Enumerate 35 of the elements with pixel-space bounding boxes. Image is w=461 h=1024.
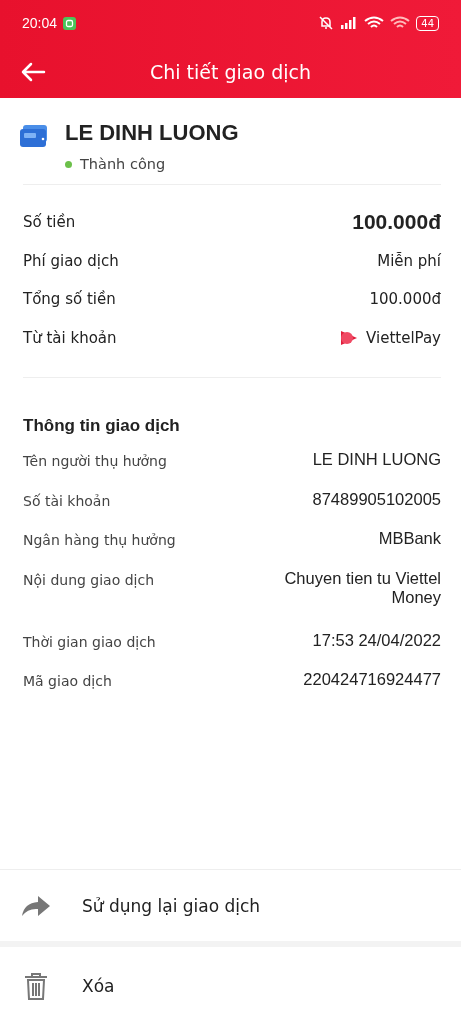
success-dot-icon [65, 160, 72, 168]
section-heading: Thông tin giao dịch [23, 416, 181, 436]
back-button[interactable] [20, 62, 46, 82]
field-label: Ngân hàng thụ hưởng [23, 531, 176, 548]
field-label: Nội dung giao dịch [23, 570, 155, 588]
field-value: 17:53 24/04/2022 [312, 630, 441, 650]
field-value: MBBank [378, 529, 441, 548]
field-label: Phí giao dịch [23, 251, 119, 270]
field-label: Thời gian giao dịch [23, 632, 156, 650]
field-value: Chuyen tien tu Viettel Money [283, 568, 441, 607]
field-value: ViettelPay [366, 328, 441, 347]
field-label: Từ tài khoản [23, 328, 117, 347]
field-value: 100.000đ [352, 210, 441, 235]
field-label: Mã giao dịch [23, 672, 112, 689]
status-time: 20:04 [22, 15, 58, 31]
wifi-icon [390, 16, 411, 30]
field-value: Miễn phí [377, 251, 441, 270]
field-value: 220424716924477 [303, 670, 441, 689]
field-value: 87489905102005 [312, 489, 441, 509]
screen-title: Chi tiết giao dịch [150, 61, 311, 83]
mute-icon [318, 16, 335, 30]
field-label: Số tài khoản [23, 491, 111, 509]
battery-indicator: 44 [416, 15, 439, 31]
status-text: Thành công [80, 156, 166, 172]
field-value: LE DINH LUONG [312, 450, 441, 469]
app-notification-icon [63, 16, 77, 30]
field-label: Tổng số tiền [23, 290, 116, 309]
field-value: 100.000đ [369, 290, 441, 309]
recipient-name: LE DINH LUONG [65, 120, 239, 146]
field-label: Số tiền [23, 213, 76, 232]
signal-icon [340, 17, 359, 29]
wallet-icon [19, 124, 49, 148]
share-arrow-icon [20, 893, 52, 918]
wifi-icon [364, 16, 385, 30]
field-label: Tên người thụ hưởng [23, 452, 167, 469]
